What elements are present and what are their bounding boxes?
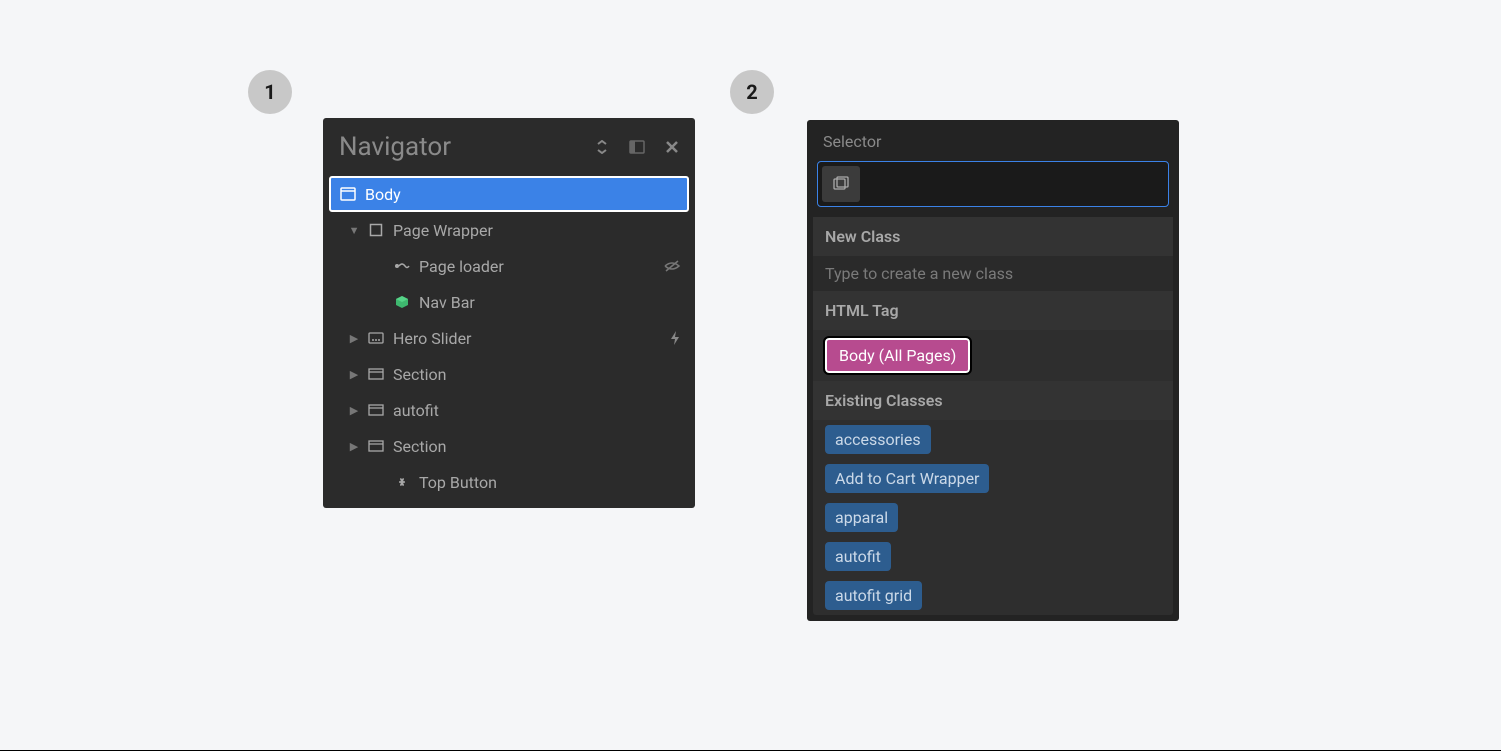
class-row[interactable]: autofit grid bbox=[813, 576, 1173, 615]
navigator-tree: Body ▼ Page Wrapper Page loader Nav B bbox=[323, 176, 695, 508]
class-row[interactable]: accessories bbox=[813, 420, 1173, 459]
section-icon bbox=[367, 368, 385, 380]
section-icon bbox=[367, 440, 385, 452]
class-pill[interactable]: Add to Cart Wrapper bbox=[825, 464, 989, 493]
step-number: 2 bbox=[746, 80, 757, 104]
class-row[interactable]: Add to Cart Wrapper bbox=[813, 459, 1173, 498]
class-pill[interactable]: apparal bbox=[825, 503, 898, 532]
tree-item-label: autofit bbox=[393, 401, 681, 420]
close-icon[interactable] bbox=[665, 140, 679, 154]
navigator-header: Navigator bbox=[323, 118, 695, 176]
panel-icon[interactable] bbox=[629, 140, 645, 154]
caret-right-icon[interactable]: ▶ bbox=[349, 332, 359, 345]
caret-right-icon[interactable]: ▶ bbox=[349, 440, 359, 453]
tree-item-page-loader[interactable]: Page loader bbox=[329, 248, 689, 284]
selector-prefix-icon[interactable] bbox=[822, 166, 860, 202]
tree-item-label: Page Wrapper bbox=[393, 221, 681, 240]
selector-dropdown: New Class Type to create a new class HTM… bbox=[813, 217, 1173, 615]
tree-item-body[interactable]: Body bbox=[329, 176, 689, 212]
new-class-header: New Class bbox=[813, 217, 1173, 256]
tree-item-page-wrapper[interactable]: ▼ Page Wrapper bbox=[329, 212, 689, 248]
class-row[interactable]: apparal bbox=[813, 498, 1173, 537]
class-pill[interactable]: accessories bbox=[825, 425, 931, 454]
selector-panel: Selector New Class Type to create a new … bbox=[807, 120, 1179, 621]
navigator-title: Navigator bbox=[339, 132, 595, 162]
tree-item-label: Hero Slider bbox=[393, 329, 661, 348]
tree-item-section-2[interactable]: ▶ Section bbox=[329, 428, 689, 464]
navigator-header-actions bbox=[595, 140, 679, 154]
caret-right-icon[interactable]: ▶ bbox=[349, 368, 359, 381]
slider-icon bbox=[367, 332, 385, 344]
collapse-icon[interactable] bbox=[595, 140, 609, 154]
tree-item-label: Section bbox=[393, 437, 681, 456]
navigator-panel: Navigator Body ▼ Page Wrapper bbox=[323, 118, 695, 508]
tree-item-label: Nav Bar bbox=[419, 293, 681, 312]
selector-label: Selector bbox=[807, 132, 1179, 161]
tree-item-hero-slider[interactable]: ▶ Hero Slider bbox=[329, 320, 689, 356]
tree-item-label: Body bbox=[365, 185, 679, 204]
bolt-icon bbox=[669, 330, 681, 346]
tree-item-nav-bar[interactable]: Nav Bar bbox=[329, 284, 689, 320]
existing-classes-header: Existing Classes bbox=[813, 381, 1173, 420]
tree-item-section[interactable]: ▶ Section bbox=[329, 356, 689, 392]
class-row[interactable]: autofit bbox=[813, 537, 1173, 576]
tree-item-autofit[interactable]: ▶ autofit bbox=[329, 392, 689, 428]
html-tag-pill[interactable]: Body (All Pages) bbox=[825, 338, 970, 373]
step-badge-1: 1 bbox=[248, 70, 292, 114]
new-class-hint: Type to create a new class bbox=[813, 256, 1173, 291]
link-icon bbox=[393, 475, 411, 489]
tree-item-label: Section bbox=[393, 365, 681, 384]
existing-classes-list: accessories Add to Cart Wrapper apparal … bbox=[813, 420, 1173, 615]
step-number: 1 bbox=[264, 80, 275, 104]
html-tag-header: HTML Tag bbox=[813, 291, 1173, 330]
tree-item-top-button[interactable]: Top Button bbox=[329, 464, 689, 500]
step-badge-2: 2 bbox=[730, 70, 774, 114]
class-pill[interactable]: autofit bbox=[825, 542, 891, 571]
hidden-icon[interactable] bbox=[663, 259, 681, 273]
selector-input-wrapper[interactable] bbox=[817, 161, 1169, 207]
html-tag-row[interactable]: Body (All Pages) bbox=[813, 330, 1173, 381]
interaction-icon bbox=[393, 261, 411, 271]
selector-input[interactable] bbox=[860, 176, 1164, 193]
section-icon bbox=[367, 404, 385, 416]
window-icon bbox=[339, 187, 357, 201]
tree-item-label: Top Button bbox=[419, 473, 681, 492]
tree-item-label: Page loader bbox=[419, 257, 655, 276]
class-pill[interactable]: autofit grid bbox=[825, 581, 922, 610]
caret-right-icon[interactable]: ▶ bbox=[349, 404, 359, 417]
cube-icon bbox=[393, 295, 411, 309]
square-icon bbox=[367, 223, 385, 237]
caret-down-icon[interactable]: ▼ bbox=[349, 224, 359, 237]
